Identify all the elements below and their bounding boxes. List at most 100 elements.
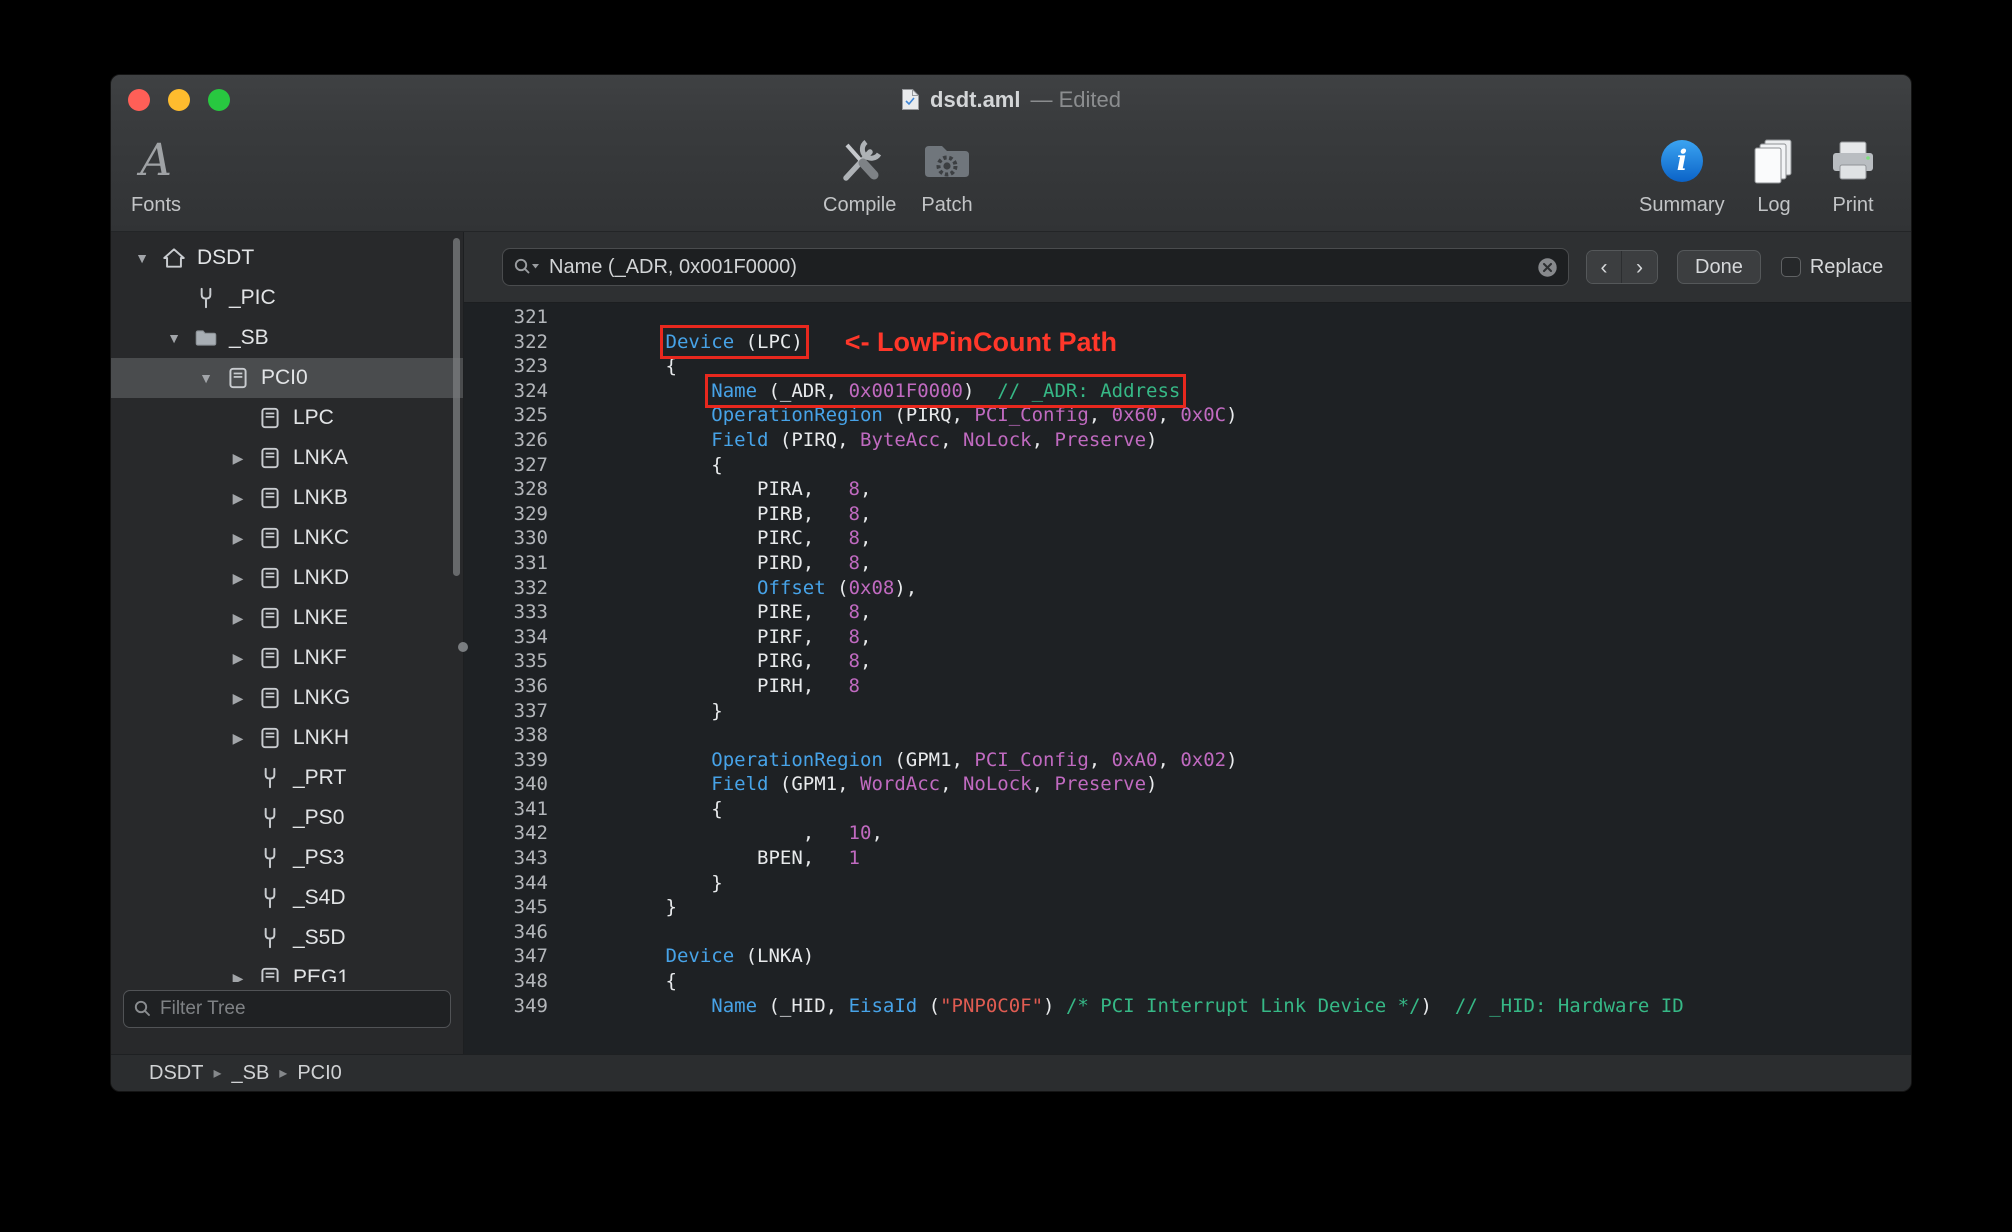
find-previous-button[interactable]: ‹ bbox=[1587, 251, 1622, 283]
search-menu-icon[interactable] bbox=[513, 257, 541, 277]
summary-label: Summary bbox=[1639, 194, 1725, 216]
fonts-label: Fonts bbox=[131, 194, 182, 216]
sidebar-item-lnkh[interactable]: ▶ LNKH bbox=[111, 718, 463, 758]
sidebar-item-label: PCI0 bbox=[261, 366, 308, 389]
fonts-button[interactable]: A Fonts bbox=[131, 132, 181, 217]
filter-tree-input[interactable] bbox=[158, 991, 442, 1027]
sidebar-item-label: LNKB bbox=[293, 486, 348, 509]
disclosure-triangle[interactable]: ▶ bbox=[221, 650, 255, 667]
replace-toggle[interactable]: Replace bbox=[1780, 256, 1883, 279]
line-number: 324 bbox=[513, 379, 548, 402]
code-line-text: OperationRegion (GPM1, PCI_Config, 0xA0,… bbox=[711, 748, 1238, 771]
sidebar-item-_s5d[interactable]: _S5D bbox=[111, 918, 463, 958]
fonts-icon: A bbox=[140, 135, 172, 186]
done-button[interactable]: Done bbox=[1677, 250, 1761, 284]
sidebar-item-_ps0[interactable]: _PS0 bbox=[111, 798, 463, 838]
line-number: 341 bbox=[513, 797, 548, 820]
breadcrumb-pci0[interactable]: PCI0 bbox=[297, 1062, 341, 1085]
code-line-text: BPEN, 1 bbox=[574, 847, 860, 870]
code-line-text: PIRE, 8, bbox=[574, 601, 872, 624]
disclosure-triangle[interactable]: ▼ bbox=[157, 330, 191, 346]
sidebar-item-lpc[interactable]: LPC bbox=[111, 398, 463, 438]
annotation-text: <- LowPinCount Path bbox=[844, 327, 1118, 358]
sidebar-item-pci0[interactable]: ▼ PCI0 bbox=[111, 358, 463, 398]
line-number: 334 bbox=[513, 625, 548, 648]
sidebar-item-_sb[interactable]: ▼ _SB bbox=[111, 318, 463, 358]
disclosure-triangle[interactable]: ▶ bbox=[221, 570, 255, 587]
filter-field[interactable] bbox=[123, 990, 451, 1028]
line-number: 339 bbox=[513, 748, 548, 771]
sidebar-scrollbar[interactable] bbox=[453, 238, 460, 576]
code-line: 326 Field (PIRQ, ByteAcc, NoLock, Preser… bbox=[464, 428, 1911, 453]
sidebar-item-_prt[interactable]: _PRT bbox=[111, 758, 463, 798]
code-line-text: PIRF, 8, bbox=[574, 625, 872, 648]
breadcrumb-separator: ▸ bbox=[213, 1065, 222, 1082]
breadcrumb-sb[interactable]: _SB bbox=[231, 1062, 269, 1085]
sidebar-item-lnkc[interactable]: ▶ LNKC bbox=[111, 518, 463, 558]
code-line: 347 Device (LNKA) bbox=[464, 944, 1911, 969]
sidebar-item-dsdt[interactable]: ▼ DSDT bbox=[111, 238, 463, 278]
sidebar-item-peg1[interactable]: ▶ PEG1 bbox=[111, 958, 463, 982]
maciasl-window: dsdt.aml — Edited A Fonts Compile Patch … bbox=[110, 74, 1912, 1092]
splitter-handle[interactable] bbox=[458, 642, 468, 652]
code-line-text: } bbox=[574, 699, 723, 722]
printer-icon bbox=[1827, 132, 1879, 190]
sidebar-item-lnkb[interactable]: ▶ LNKB bbox=[111, 478, 463, 518]
code-line: 346 bbox=[464, 920, 1911, 945]
log-button[interactable]: Log bbox=[1749, 132, 1799, 217]
sidebar-item-lnkg[interactable]: ▶ LNKG bbox=[111, 678, 463, 718]
disclosure-triangle[interactable]: ▶ bbox=[221, 450, 255, 467]
disclosure-triangle[interactable]: ▶ bbox=[221, 530, 255, 547]
sidebar-item-label: _SB bbox=[229, 326, 269, 349]
disclosure-triangle[interactable]: ▶ bbox=[221, 690, 255, 707]
code-editor[interactable]: 321 322 Device (LPC) <- LowPinCount Path 32… bbox=[464, 303, 1911, 1054]
device-icon bbox=[255, 445, 285, 471]
disclosure-triangle[interactable]: ▶ bbox=[221, 970, 255, 983]
find-next-button[interactable]: › bbox=[1622, 251, 1657, 283]
line-number: 329 bbox=[513, 502, 548, 525]
code-line: 333 PIRE, 8, bbox=[464, 600, 1911, 625]
code-line-text: PIRC, 8, bbox=[574, 527, 872, 550]
window-title: dsdt.aml bbox=[930, 86, 1021, 112]
line-number: 336 bbox=[513, 674, 548, 697]
code-line: 341 { bbox=[464, 797, 1911, 822]
disclosure-triangle[interactable]: ▶ bbox=[221, 730, 255, 747]
sidebar-item-label: _PRT bbox=[293, 766, 347, 789]
sidebar-item-lnkf[interactable]: ▶ LNKF bbox=[111, 638, 463, 678]
sidebar-item-label: LNKC bbox=[293, 526, 350, 549]
patch-button[interactable]: Patch bbox=[919, 132, 975, 217]
document-proxy-icon[interactable] bbox=[901, 88, 920, 111]
print-label: Print bbox=[1832, 194, 1874, 216]
info-icon: i bbox=[1658, 132, 1706, 190]
sidebar-item-label: DSDT bbox=[197, 246, 255, 269]
sidebar-item-_s4d[interactable]: _S4D bbox=[111, 878, 463, 918]
replace-checkbox[interactable] bbox=[1780, 257, 1801, 277]
method-icon bbox=[255, 765, 285, 791]
disclosure-triangle[interactable]: ▶ bbox=[221, 490, 255, 507]
titlebar[interactable]: dsdt.aml — Edited bbox=[111, 75, 1911, 124]
sidebar-item-lnkd[interactable]: ▶ LNKD bbox=[111, 558, 463, 598]
disclosure-triangle[interactable]: ▼ bbox=[125, 250, 159, 266]
disclosure-triangle[interactable]: ▶ bbox=[221, 610, 255, 627]
disclosure-triangle[interactable]: ▼ bbox=[189, 370, 223, 386]
clear-search-icon[interactable] bbox=[1537, 257, 1558, 278]
code-line: 339 OperationRegion (GPM1, PCI_Config, 0… bbox=[464, 748, 1911, 773]
sidebar-item-lnka[interactable]: ▶ LNKA bbox=[111, 438, 463, 478]
breadcrumb-dsdt[interactable]: DSDT bbox=[149, 1062, 203, 1085]
device-icon bbox=[255, 605, 285, 631]
sidebar-item-_pic[interactable]: _PIC bbox=[111, 278, 463, 318]
sidebar-item-_ps3[interactable]: _PS3 bbox=[111, 838, 463, 878]
search-field[interactable] bbox=[502, 248, 1569, 286]
line-number: 326 bbox=[513, 428, 548, 451]
print-button[interactable]: Print bbox=[1827, 132, 1879, 217]
code-line: 322 Device (LPC) <- LowPinCount Path bbox=[464, 324, 1911, 359]
sidebar-item-lnke[interactable]: ▶ LNKE bbox=[111, 598, 463, 638]
code-line: 323 { bbox=[464, 354, 1911, 379]
search-input[interactable] bbox=[547, 254, 1537, 280]
code-line: 340 Field (GPM1, WordAcc, NoLock, Preser… bbox=[464, 772, 1911, 797]
device-icon bbox=[255, 525, 285, 551]
code-line-text: Name (_ADR, 0x001F0000) // _ADR: Address bbox=[574, 373, 1187, 408]
compile-button[interactable]: Compile bbox=[823, 132, 896, 217]
patch-folder-icon bbox=[919, 132, 975, 190]
summary-button[interactable]: i Summary bbox=[1639, 132, 1725, 217]
